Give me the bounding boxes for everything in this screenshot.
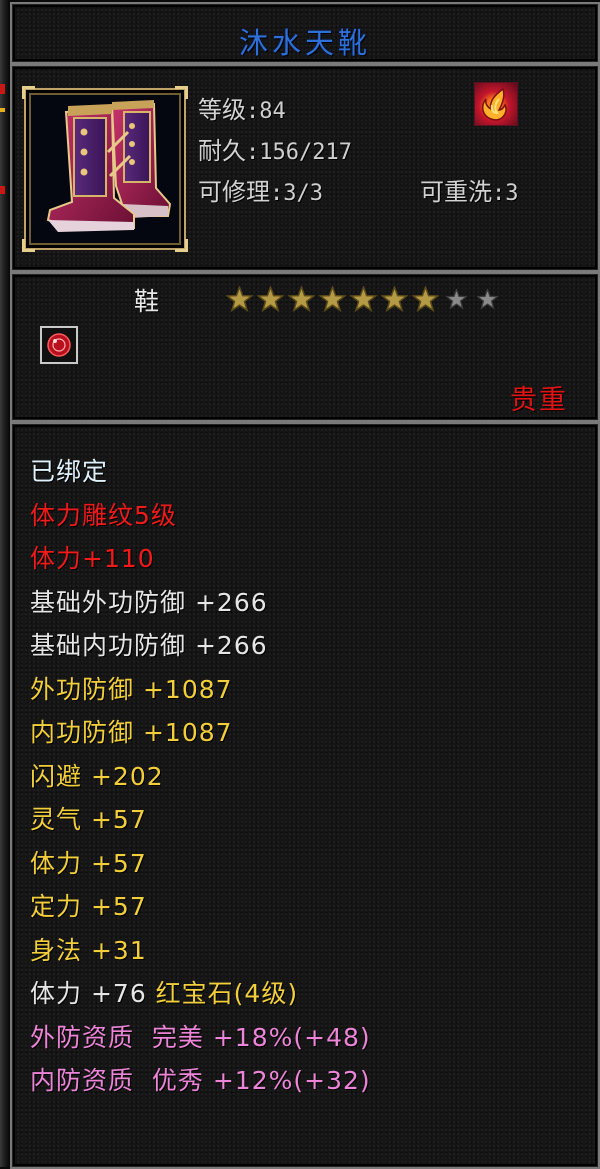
attribute-value: +110 <box>82 544 155 573</box>
attribute-name: 定力 <box>30 892 83 921</box>
attribute-value: +57 <box>82 892 147 921</box>
attribute-name: 已绑定 <box>30 457 109 486</box>
attribute-name: 体力 <box>30 979 83 1008</box>
attribute-row: 定力 +57 <box>30 885 371 929</box>
star-filled-icon <box>287 284 316 313</box>
star-filled-icon <box>256 284 285 313</box>
attribute-name: 闪避 <box>30 761 83 791</box>
star-empty-icon <box>443 286 470 313</box>
attribute-row: 体力 +57 <box>30 842 371 886</box>
repair-stat: 可修理:3/3 <box>198 178 323 206</box>
attribute-gem: 红宝石(4级) <box>146 979 299 1008</box>
star-filled-icon <box>411 284 440 313</box>
attribute-row: 内防资质 优秀 +12%(+32) <box>30 1059 371 1103</box>
attribute-row: 外功防御 +1087 <box>30 668 371 712</box>
attribute-row: 外防资质 完美 +18%(+48) <box>30 1016 371 1060</box>
item-type: 鞋 <box>134 287 160 316</box>
attribute-name: 外防资质 <box>30 1022 135 1052</box>
attribute-row: 体力雕纹5级 <box>30 494 371 538</box>
star-filled-icon <box>225 284 254 313</box>
attribute-name: 基础内功防御 <box>30 631 187 660</box>
flame-emblem-icon[interactable] <box>474 82 518 126</box>
attribute-value: +57 <box>82 848 147 878</box>
item-image-frame[interactable] <box>22 86 188 252</box>
attribute-name: 体力雕纹5级 <box>30 500 177 530</box>
edge-marker <box>0 84 5 94</box>
red-gem-socket-icon[interactable] <box>40 326 78 364</box>
star-filled-icon <box>380 284 409 313</box>
attribute-panel: 已绑定 体力雕纹5级 体力+110 基础外功防御 +266 基础内功防御 +266 外功防… <box>10 422 600 1169</box>
attribute-row: 基础内功防御 +266 <box>30 624 371 668</box>
attribute-value: +76 <box>82 979 147 1008</box>
item-summary: 鞋 贵重 <box>10 272 600 422</box>
attribute-name: 体力 <box>30 848 83 878</box>
star-filled-icon <box>318 284 347 313</box>
item-name: 沐水天靴 <box>238 26 371 60</box>
attribute-row: 体力 +76 红宝石(4级) <box>30 972 371 1016</box>
star-rating <box>225 284 501 313</box>
item-header: 等级:84 耐久:156/217 可修理:3/3 可重洗:3 <box>10 64 600 272</box>
attribute-name: 体力 <box>30 544 83 573</box>
star-filled-icon <box>349 284 378 313</box>
attribute-value: +266 <box>186 587 268 617</box>
rewash-stat: 可重洗:3 <box>420 178 519 206</box>
level-stat: 等级:84 <box>198 96 286 124</box>
attribute-value: +31 <box>82 935 147 965</box>
attribute-list: 已绑定 体力雕纹5级 体力+110 基础外功防御 +266 基础内功防御 +266 外功防… <box>30 450 371 1103</box>
attribute-name: 外功防御 <box>30 674 135 704</box>
edge-marker <box>0 186 5 194</box>
durability-stat: 耐久:156/217 <box>198 137 352 165</box>
star-empty-icon <box>474 286 501 313</box>
attribute-value: +1087 <box>134 674 233 704</box>
window-left-edge <box>0 0 9 1167</box>
attribute-value: 完美 +18%(+48) <box>134 1022 371 1052</box>
attribute-row: 闪避 +202 <box>30 755 371 799</box>
attribute-name: 基础外功防御 <box>30 587 187 617</box>
purple-boots-icon <box>46 100 172 232</box>
attribute-row: 体力+110 <box>30 537 371 581</box>
attribute-name: 灵气 <box>30 805 83 834</box>
attribute-name: 身法 <box>30 935 83 965</box>
attribute-value: +57 <box>82 805 147 834</box>
item-title-bar: 沐水天靴 <box>10 2 600 64</box>
attribute-name: 内防资质 <box>30 1066 135 1095</box>
attribute-row: 已绑定 <box>30 450 371 494</box>
attribute-value: +202 <box>82 761 164 791</box>
attribute-value: +266 <box>186 631 268 660</box>
attribute-row: 基础外功防御 +266 <box>30 581 371 625</box>
attribute-value: 优秀 +12%(+32) <box>134 1066 371 1095</box>
attribute-row: 灵气 +57 <box>30 798 371 842</box>
attribute-row: 内功防御 +1087 <box>30 711 371 755</box>
rarity-label: 贵重 <box>510 385 568 416</box>
edge-marker <box>0 108 5 112</box>
attribute-row: 身法 +31 <box>30 929 371 973</box>
attribute-name: 内功防御 <box>30 718 135 747</box>
attribute-value: +1087 <box>134 718 233 747</box>
